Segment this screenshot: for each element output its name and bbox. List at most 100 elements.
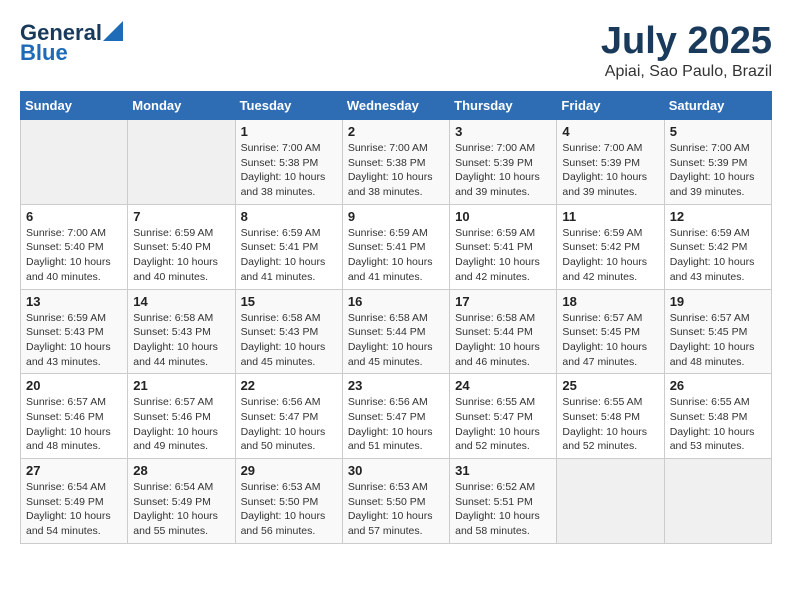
day-info: Sunrise: 6:58 AM Sunset: 5:43 PM Dayligh… bbox=[241, 311, 337, 370]
day-info: Sunrise: 6:54 AM Sunset: 5:49 PM Dayligh… bbox=[26, 480, 122, 539]
day-number: 14 bbox=[133, 294, 229, 309]
logo: General Blue bbox=[20, 20, 123, 66]
day-number: 18 bbox=[562, 294, 658, 309]
day-number: 10 bbox=[455, 209, 551, 224]
calendar-cell: 17 Sunrise: 6:58 AM Sunset: 5:44 PM Dayli… bbox=[450, 289, 557, 374]
calendar-cell: 2 Sunrise: 7:00 AM Sunset: 5:38 PM Daylig… bbox=[342, 120, 449, 205]
day-info: Sunrise: 6:55 AM Sunset: 5:48 PM Dayligh… bbox=[670, 395, 766, 454]
weekday-header-sunday: Sunday bbox=[21, 92, 128, 120]
day-info: Sunrise: 6:58 AM Sunset: 5:44 PM Dayligh… bbox=[455, 311, 551, 370]
calendar-cell: 29 Sunrise: 6:53 AM Sunset: 5:50 PM Dayli… bbox=[235, 459, 342, 544]
calendar-table: SundayMondayTuesdayWednesdayThursdayFrid… bbox=[20, 91, 772, 544]
calendar-cell: 25 Sunrise: 6:55 AM Sunset: 5:48 PM Dayli… bbox=[557, 374, 664, 459]
day-info: Sunrise: 6:57 AM Sunset: 5:46 PM Dayligh… bbox=[133, 395, 229, 454]
day-info: Sunrise: 7:00 AM Sunset: 5:39 PM Dayligh… bbox=[670, 141, 766, 200]
weekday-header-tuesday: Tuesday bbox=[235, 92, 342, 120]
day-number: 7 bbox=[133, 209, 229, 224]
calendar-cell: 8Sunrise: 6:59 AM Sunset: 5:41 PM Daylig… bbox=[235, 204, 342, 289]
day-number: 31 bbox=[455, 463, 551, 478]
day-number: 4 bbox=[562, 124, 658, 139]
day-info: Sunrise: 6:55 AM Sunset: 5:48 PM Dayligh… bbox=[562, 395, 658, 454]
day-info: Sunrise: 7:00 AM Sunset: 5:40 PM Dayligh… bbox=[26, 226, 122, 285]
day-info: Sunrise: 6:53 AM Sunset: 5:50 PM Dayligh… bbox=[348, 480, 444, 539]
day-number: 6 bbox=[26, 209, 122, 224]
day-info: Sunrise: 6:56 AM Sunset: 5:47 PM Dayligh… bbox=[348, 395, 444, 454]
week-row-4: 20Sunrise: 6:57 AM Sunset: 5:46 PM Dayli… bbox=[21, 374, 772, 459]
calendar-title: July 2025 bbox=[601, 20, 772, 63]
day-info: Sunrise: 6:57 AM Sunset: 5:46 PM Dayligh… bbox=[26, 395, 122, 454]
weekday-header-thursday: Thursday bbox=[450, 92, 557, 120]
logo-triangle-icon bbox=[103, 21, 123, 41]
day-number: 9 bbox=[348, 209, 444, 224]
day-info: Sunrise: 6:58 AM Sunset: 5:44 PM Dayligh… bbox=[348, 311, 444, 370]
day-number: 25 bbox=[562, 378, 658, 393]
calendar-cell: 3Sunrise: 7:00 AM Sunset: 5:39 PM Daylig… bbox=[450, 120, 557, 205]
calendar-cell bbox=[21, 120, 128, 205]
day-number: 1 bbox=[241, 124, 337, 139]
calendar-cell: 5 Sunrise: 7:00 AM Sunset: 5:39 PM Daylig… bbox=[664, 120, 771, 205]
week-row-2: 6 Sunrise: 7:00 AM Sunset: 5:40 PM Daylig… bbox=[21, 204, 772, 289]
calendar-cell: 31 Sunrise: 6:52 AM Sunset: 5:51 PM Dayli… bbox=[450, 459, 557, 544]
day-info: Sunrise: 7:00 AM Sunset: 5:39 PM Dayligh… bbox=[455, 141, 551, 200]
weekday-header-row: SundayMondayTuesdayWednesdayThursdayFrid… bbox=[21, 92, 772, 120]
day-number: 5 bbox=[670, 124, 766, 139]
day-info: Sunrise: 7:00 AM Sunset: 5:39 PM Dayligh… bbox=[562, 141, 658, 200]
calendar-cell: 26 Sunrise: 6:55 AM Sunset: 5:48 PM Dayli… bbox=[664, 374, 771, 459]
calendar-cell: 18 Sunrise: 6:57 AM Sunset: 5:45 PM Dayli… bbox=[557, 289, 664, 374]
calendar-cell: 7 Sunrise: 6:59 AM Sunset: 5:40 PM Daylig… bbox=[128, 204, 235, 289]
day-number: 17 bbox=[455, 294, 551, 309]
calendar-cell: 10Sunrise: 6:59 AM Sunset: 5:41 PM Dayli… bbox=[450, 204, 557, 289]
day-number: 22 bbox=[241, 378, 337, 393]
calendar-cell bbox=[664, 459, 771, 544]
day-info: Sunrise: 6:56 AM Sunset: 5:47 PM Dayligh… bbox=[241, 395, 337, 454]
calendar-cell: 9 Sunrise: 6:59 AM Sunset: 5:41 PM Daylig… bbox=[342, 204, 449, 289]
day-number: 29 bbox=[241, 463, 337, 478]
day-info: Sunrise: 7:00 AM Sunset: 5:38 PM Dayligh… bbox=[241, 141, 337, 200]
calendar-cell: 15 Sunrise: 6:58 AM Sunset: 5:43 PM Dayli… bbox=[235, 289, 342, 374]
day-info: Sunrise: 6:53 AM Sunset: 5:50 PM Dayligh… bbox=[241, 480, 337, 539]
day-number: 8 bbox=[241, 209, 337, 224]
calendar-cell: 22 Sunrise: 6:56 AM Sunset: 5:47 PM Dayli… bbox=[235, 374, 342, 459]
weekday-header-friday: Friday bbox=[557, 92, 664, 120]
day-info: Sunrise: 6:58 AM Sunset: 5:43 PM Dayligh… bbox=[133, 311, 229, 370]
calendar-cell: 28 Sunrise: 6:54 AM Sunset: 5:49 PM Dayli… bbox=[128, 459, 235, 544]
calendar-cell: 13Sunrise: 6:59 AM Sunset: 5:43 PM Dayli… bbox=[21, 289, 128, 374]
day-number: 30 bbox=[348, 463, 444, 478]
day-number: 26 bbox=[670, 378, 766, 393]
calendar-cell: 24Sunrise: 6:55 AM Sunset: 5:47 PM Dayli… bbox=[450, 374, 557, 459]
day-info: Sunrise: 6:59 AM Sunset: 5:42 PM Dayligh… bbox=[670, 226, 766, 285]
day-info: Sunrise: 6:54 AM Sunset: 5:49 PM Dayligh… bbox=[133, 480, 229, 539]
weekday-header-wednesday: Wednesday bbox=[342, 92, 449, 120]
week-row-3: 13Sunrise: 6:59 AM Sunset: 5:43 PM Dayli… bbox=[21, 289, 772, 374]
calendar-cell: 4 Sunrise: 7:00 AM Sunset: 5:39 PM Daylig… bbox=[557, 120, 664, 205]
day-info: Sunrise: 6:55 AM Sunset: 5:47 PM Dayligh… bbox=[455, 395, 551, 454]
day-number: 19 bbox=[670, 294, 766, 309]
calendar-cell bbox=[557, 459, 664, 544]
calendar-cell: 6 Sunrise: 7:00 AM Sunset: 5:40 PM Daylig… bbox=[21, 204, 128, 289]
day-info: Sunrise: 6:59 AM Sunset: 5:40 PM Dayligh… bbox=[133, 226, 229, 285]
day-number: 2 bbox=[348, 124, 444, 139]
calendar-cell bbox=[128, 120, 235, 205]
calendar-cell: 11Sunrise: 6:59 AM Sunset: 5:42 PM Dayli… bbox=[557, 204, 664, 289]
calendar-body: 1 Sunrise: 7:00 AM Sunset: 5:38 PM Daylig… bbox=[21, 120, 772, 544]
calendar-cell: 23Sunrise: 6:56 AM Sunset: 5:47 PM Dayli… bbox=[342, 374, 449, 459]
day-number: 16 bbox=[348, 294, 444, 309]
week-row-5: 27 Sunrise: 6:54 AM Sunset: 5:49 PM Dayli… bbox=[21, 459, 772, 544]
title-block: July 2025 Apiai, Sao Paulo, Brazil bbox=[601, 20, 772, 81]
day-number: 15 bbox=[241, 294, 337, 309]
day-info: Sunrise: 6:59 AM Sunset: 5:41 PM Dayligh… bbox=[348, 226, 444, 285]
day-info: Sunrise: 7:00 AM Sunset: 5:38 PM Dayligh… bbox=[348, 141, 444, 200]
calendar-cell: 27 Sunrise: 6:54 AM Sunset: 5:49 PM Dayli… bbox=[21, 459, 128, 544]
day-number: 28 bbox=[133, 463, 229, 478]
day-info: Sunrise: 6:59 AM Sunset: 5:43 PM Dayligh… bbox=[26, 311, 122, 370]
page-header: General Blue July 2025 Apiai, Sao Paulo,… bbox=[20, 20, 772, 81]
calendar-cell: 16 Sunrise: 6:58 AM Sunset: 5:44 PM Dayli… bbox=[342, 289, 449, 374]
calendar-cell: 19Sunrise: 6:57 AM Sunset: 5:45 PM Dayli… bbox=[664, 289, 771, 374]
calendar-cell: 21Sunrise: 6:57 AM Sunset: 5:46 PM Dayli… bbox=[128, 374, 235, 459]
day-info: Sunrise: 6:57 AM Sunset: 5:45 PM Dayligh… bbox=[562, 311, 658, 370]
day-number: 27 bbox=[26, 463, 122, 478]
calendar-cell: 20Sunrise: 6:57 AM Sunset: 5:46 PM Dayli… bbox=[21, 374, 128, 459]
week-row-1: 1 Sunrise: 7:00 AM Sunset: 5:38 PM Daylig… bbox=[21, 120, 772, 205]
day-info: Sunrise: 6:59 AM Sunset: 5:42 PM Dayligh… bbox=[562, 226, 658, 285]
day-info: Sunrise: 6:52 AM Sunset: 5:51 PM Dayligh… bbox=[455, 480, 551, 539]
